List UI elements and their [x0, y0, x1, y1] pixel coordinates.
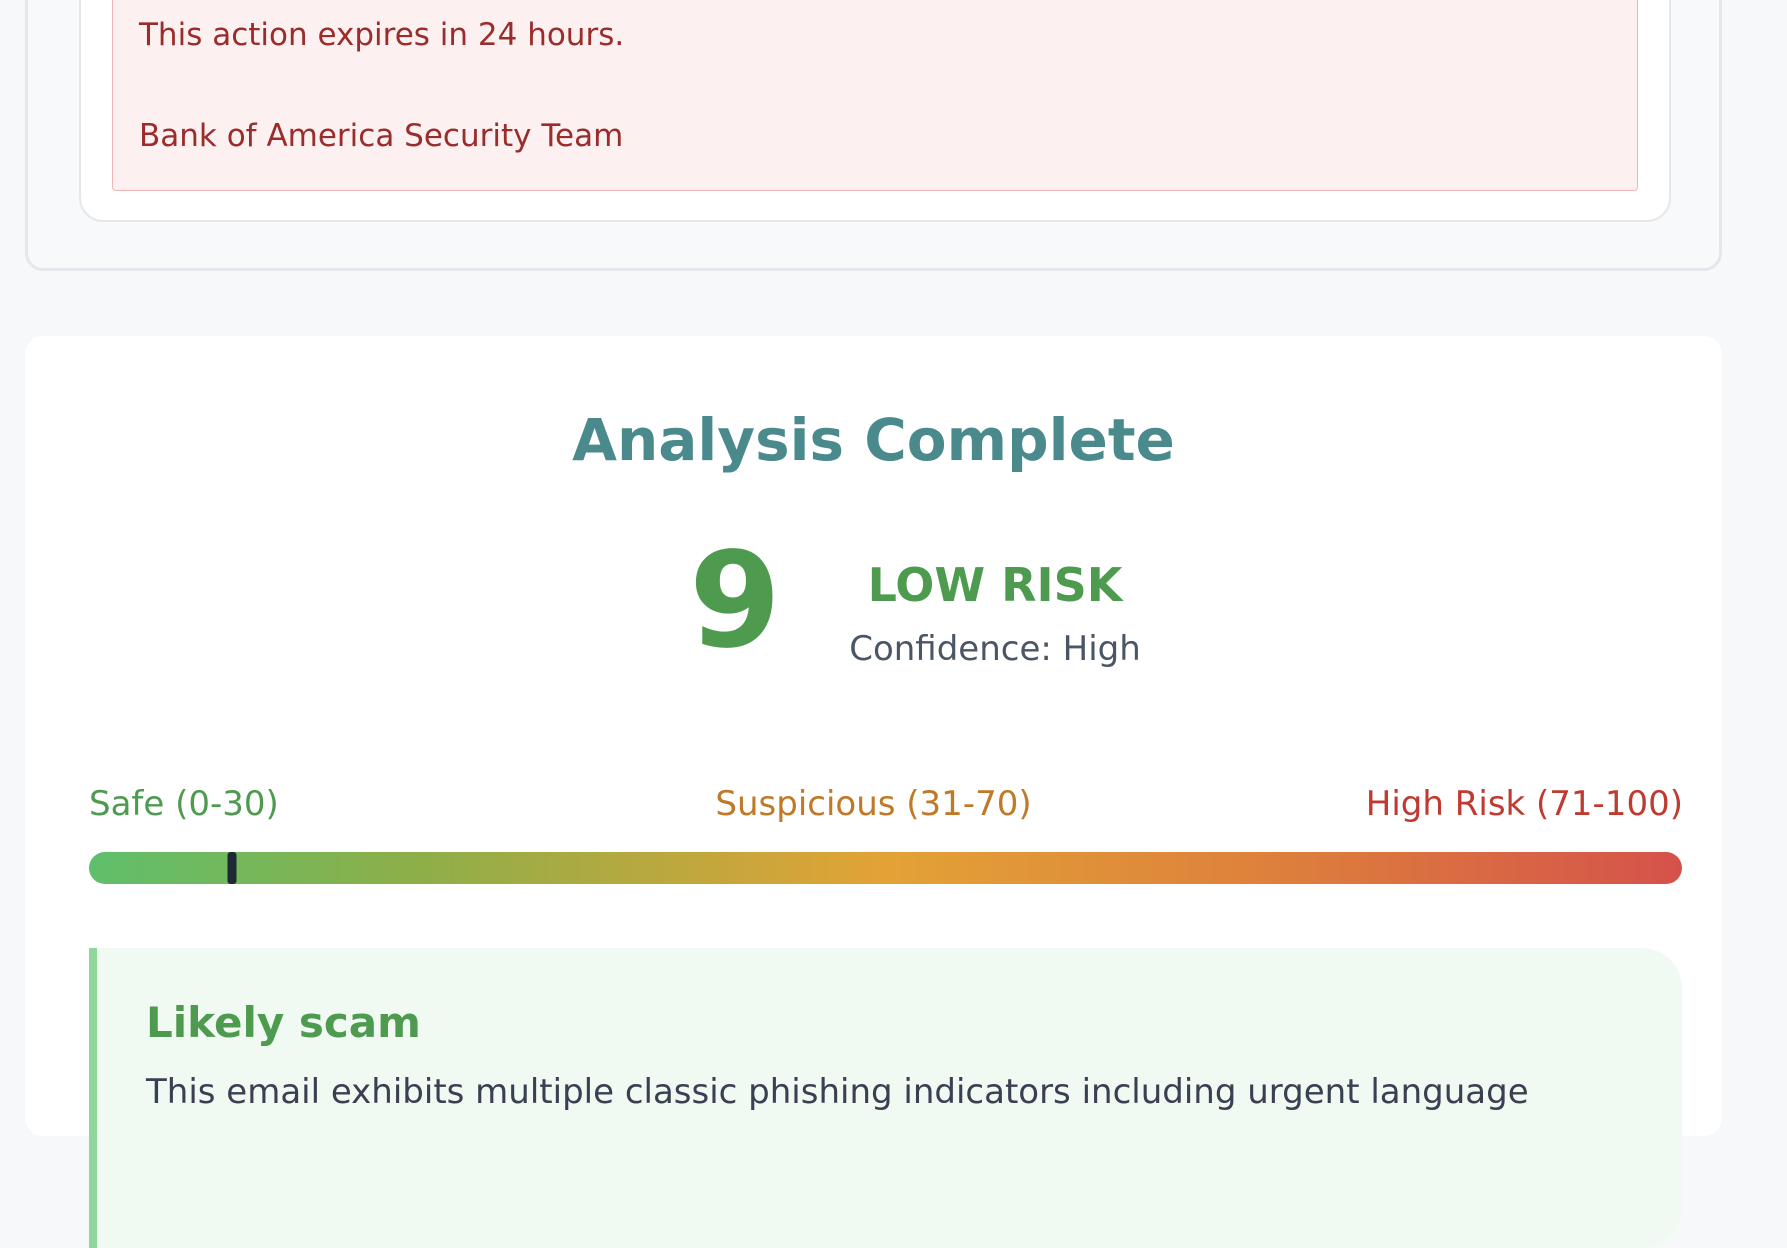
verdict-title: Likely scam — [146, 998, 421, 1047]
risk-gradient-bar — [89, 852, 1682, 884]
verdict-description: This email exhibits multiple classic phi… — [146, 1072, 1529, 1112]
scale-label-high-risk: High Risk (71-100) — [1365, 784, 1683, 824]
confidence-label: Confidence: High — [849, 629, 1141, 669]
result-title: Analysis Complete — [572, 406, 1175, 474]
risk-score-marker — [227, 852, 237, 884]
email-line-expiry: This action expires in 24 hours. — [139, 17, 625, 53]
verdict-summary-box: Likely scam This email exhibits multiple… — [89, 948, 1682, 1248]
email-body-highlight: This action expires in 24 hours. Bank of… — [112, 0, 1638, 191]
risk-level-label: LOW RISK — [867, 558, 1123, 612]
analysis-result-card: Analysis Complete 9 LOW RISK Confidence:… — [25, 336, 1722, 1248]
risk-score: 9 — [689, 524, 781, 678]
email-preview-card: This action expires in 24 hours. Bank of… — [79, 0, 1671, 222]
email-preview-panel: This action expires in 24 hours. Bank of… — [25, 0, 1722, 271]
email-line-signature: Bank of America Security Team — [139, 118, 624, 154]
